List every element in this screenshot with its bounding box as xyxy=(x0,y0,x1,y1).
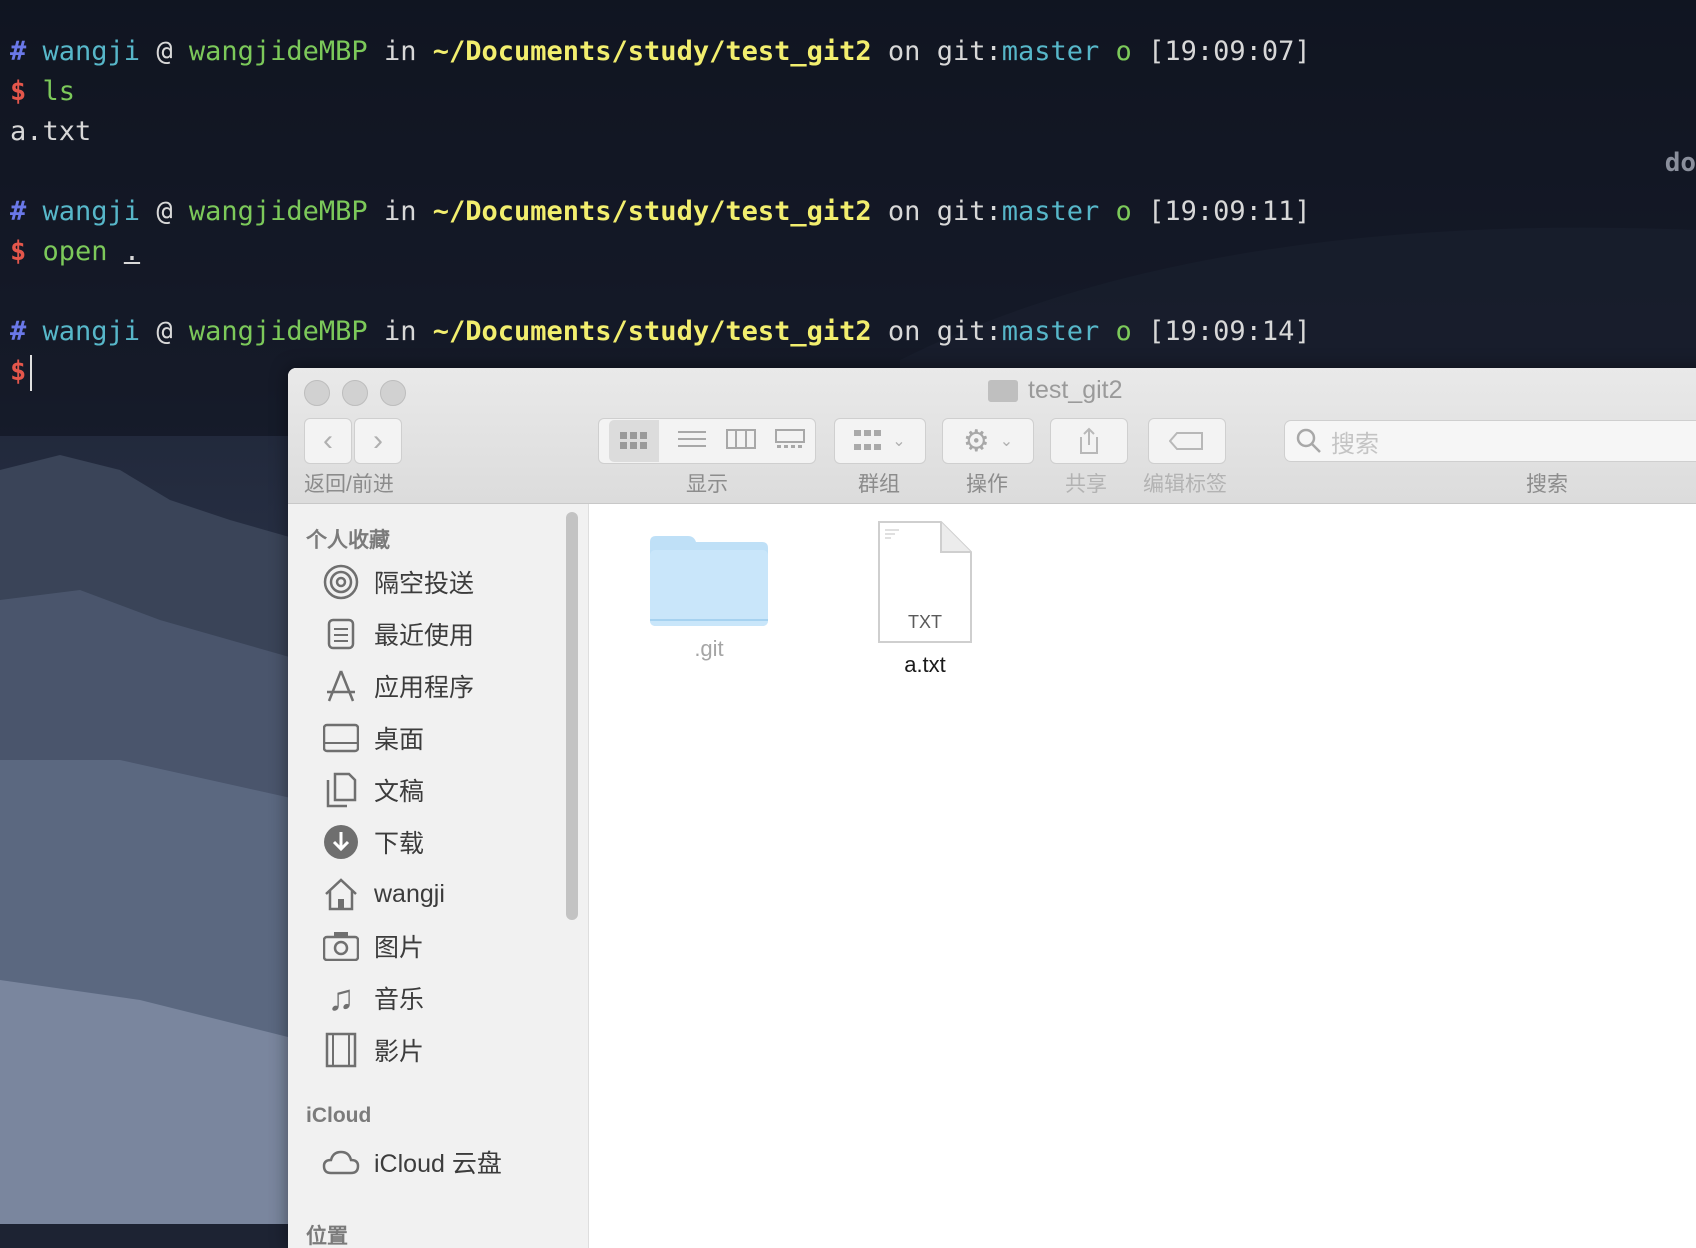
desktop-icon xyxy=(322,719,360,757)
terminal-output: a.txt xyxy=(10,116,92,147)
sidebar-item-applications[interactable]: 应用程序 xyxy=(322,664,474,708)
folder-icon xyxy=(650,536,768,626)
share-label: 共享 xyxy=(1065,473,1107,496)
applications-icon xyxy=(322,667,360,705)
music-icon: ♫ xyxy=(327,977,355,1018)
group-icon xyxy=(854,430,882,450)
downloads-icon xyxy=(322,823,360,861)
home-icon xyxy=(322,875,360,913)
back-forward-label: 返回/前进 xyxy=(304,473,394,496)
pictures-icon xyxy=(322,927,360,965)
sidebar-item-music[interactable]: ♫ 音乐 xyxy=(322,976,425,1020)
edit-tags-label: 编辑标签 xyxy=(1143,473,1227,496)
locations-header: 位置 xyxy=(306,1225,348,1248)
terminal-prompt-line: # wangji @ wangjideMBP in ~/Documents/st… xyxy=(10,316,1311,347)
share-icon xyxy=(1080,427,1098,454)
file-browser-area[interactable]: .git TXT a.txt xyxy=(589,504,1696,1248)
recents-icon xyxy=(322,615,360,653)
action-button[interactable]: ⚙ ⌄ xyxy=(942,418,1034,464)
sidebar-item-pictures[interactable]: 图片 xyxy=(322,924,424,968)
tag-icon xyxy=(1169,432,1203,450)
movies-icon xyxy=(322,1031,360,1069)
chevron-right-icon: › xyxy=(373,424,383,457)
folder-icon xyxy=(988,379,1018,402)
documents-icon xyxy=(322,771,360,809)
terminal-command-line: $ open . xyxy=(10,236,141,267)
file-item-a-txt[interactable]: TXT a.txt xyxy=(835,520,1015,678)
view-label: 显示 xyxy=(686,473,728,496)
cloud-icon xyxy=(322,1143,360,1181)
minimize-button[interactable] xyxy=(342,380,368,406)
list-view-icon[interactable] xyxy=(678,429,707,454)
sidebar-item-desktop[interactable]: 桌面 xyxy=(322,716,424,760)
finder-toolbar: test_git2 ‹ › 返回/前进 显示 ⌄ 群组 ⚙ ⌄ 操作 共享 编辑… xyxy=(288,368,1696,504)
sidebar-item-icloud-drive[interactable]: iCloud 云盘 xyxy=(322,1140,502,1184)
search-icon xyxy=(1296,428,1321,453)
finder-window[interactable]: test_git2 ‹ › 返回/前进 显示 ⌄ 群组 ⚙ ⌄ 操作 共享 编辑… xyxy=(288,368,1696,1248)
text-file-icon: TXT xyxy=(878,521,972,643)
chevron-down-icon: ⌄ xyxy=(892,433,906,450)
chevron-left-icon: ‹ xyxy=(323,424,333,457)
sidebar-item-recents[interactable]: 最近使用 xyxy=(322,612,474,656)
search-placeholder: 搜索 xyxy=(1331,430,1379,458)
gear-icon: ⚙ xyxy=(962,424,990,458)
sidebar-item-airdrop[interactable]: 隔空投送 xyxy=(322,560,474,604)
share-button[interactable] xyxy=(1050,418,1128,464)
group-label: 群组 xyxy=(858,473,900,496)
icloud-header: iCloud xyxy=(306,1104,372,1127)
back-button[interactable]: ‹ xyxy=(304,418,352,464)
sidebar-item-downloads[interactable]: 下载 xyxy=(322,820,424,864)
icon-view-icon[interactable] xyxy=(608,420,659,462)
text-cursor xyxy=(30,354,33,391)
favorites-header: 个人收藏 xyxy=(306,529,390,552)
gallery-view-icon[interactable] xyxy=(775,428,806,454)
terminal-input-line[interactable]: $ xyxy=(10,352,33,392)
terminal-command-line: $ ls xyxy=(10,76,76,107)
group-button[interactable]: ⌄ xyxy=(834,418,926,464)
action-label: 操作 xyxy=(966,473,1008,496)
terminal-prompt-line: # wangji @ wangjideMBP in ~/Documents/st… xyxy=(10,196,1311,227)
view-mode-control[interactable] xyxy=(598,418,816,464)
zoom-button[interactable] xyxy=(380,380,406,406)
file-item-git-folder[interactable]: .git xyxy=(619,532,799,662)
terminal-prompt-line: # wangji @ wangjideMBP in ~/Documents/st… xyxy=(10,36,1311,67)
search-field[interactable]: 搜索 xyxy=(1284,420,1696,462)
sidebar-item-documents[interactable]: 文稿 xyxy=(322,768,424,812)
forward-button[interactable]: › xyxy=(354,418,402,464)
chevron-down-icon: ⌄ xyxy=(999,433,1014,450)
airdrop-icon xyxy=(322,563,360,601)
column-view-icon[interactable] xyxy=(725,428,756,454)
search-label: 搜索 xyxy=(1526,473,1568,496)
terminal-edge-text: do xyxy=(1664,148,1696,178)
file-type-badge: TXT xyxy=(908,612,942,632)
sidebar-scrollbar[interactable] xyxy=(566,512,578,920)
close-button[interactable] xyxy=(304,380,330,406)
finder-sidebar: 个人收藏 隔空投送 最近使用 应用程序 桌面 文稿 下载 wangji 图片 ♫… xyxy=(288,504,589,1248)
sidebar-item-movies[interactable]: 影片 xyxy=(322,1028,424,1072)
window-title: test_git2 xyxy=(988,376,1123,405)
edit-tags-button[interactable] xyxy=(1148,418,1226,464)
sidebar-item-home[interactable]: wangji xyxy=(322,872,445,916)
